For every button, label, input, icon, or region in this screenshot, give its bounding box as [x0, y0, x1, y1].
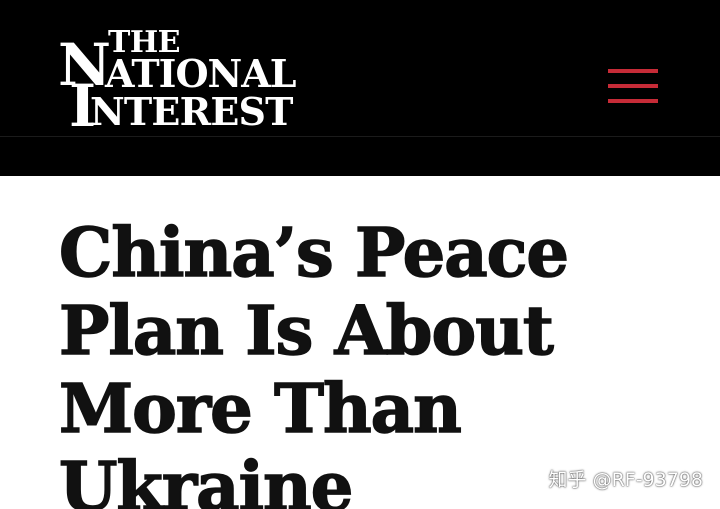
- logo-nterest: NTEREST: [90, 89, 293, 134]
- hamburger-menu-icon[interactable]: [604, 64, 660, 110]
- menu-bar-top: [608, 69, 658, 73]
- headline-line-2: Plan Is About: [58, 291, 554, 371]
- headline-line-1: China’s Peace: [58, 213, 570, 293]
- menu-bar-middle: [608, 84, 658, 88]
- header-bar: THE N ATIONAL I NTEREST: [0, 0, 720, 136]
- menu-bar-bottom: [608, 99, 658, 103]
- logo-ational: ATIONAL: [105, 51, 296, 96]
- header-subbar: [0, 136, 720, 176]
- site-logo[interactable]: THE N ATIONAL I NTEREST: [58, 28, 296, 136]
- headline-line-3: More Than: [58, 369, 462, 449]
- zhihu-watermark: 知乎 @RF-93798: [548, 469, 703, 491]
